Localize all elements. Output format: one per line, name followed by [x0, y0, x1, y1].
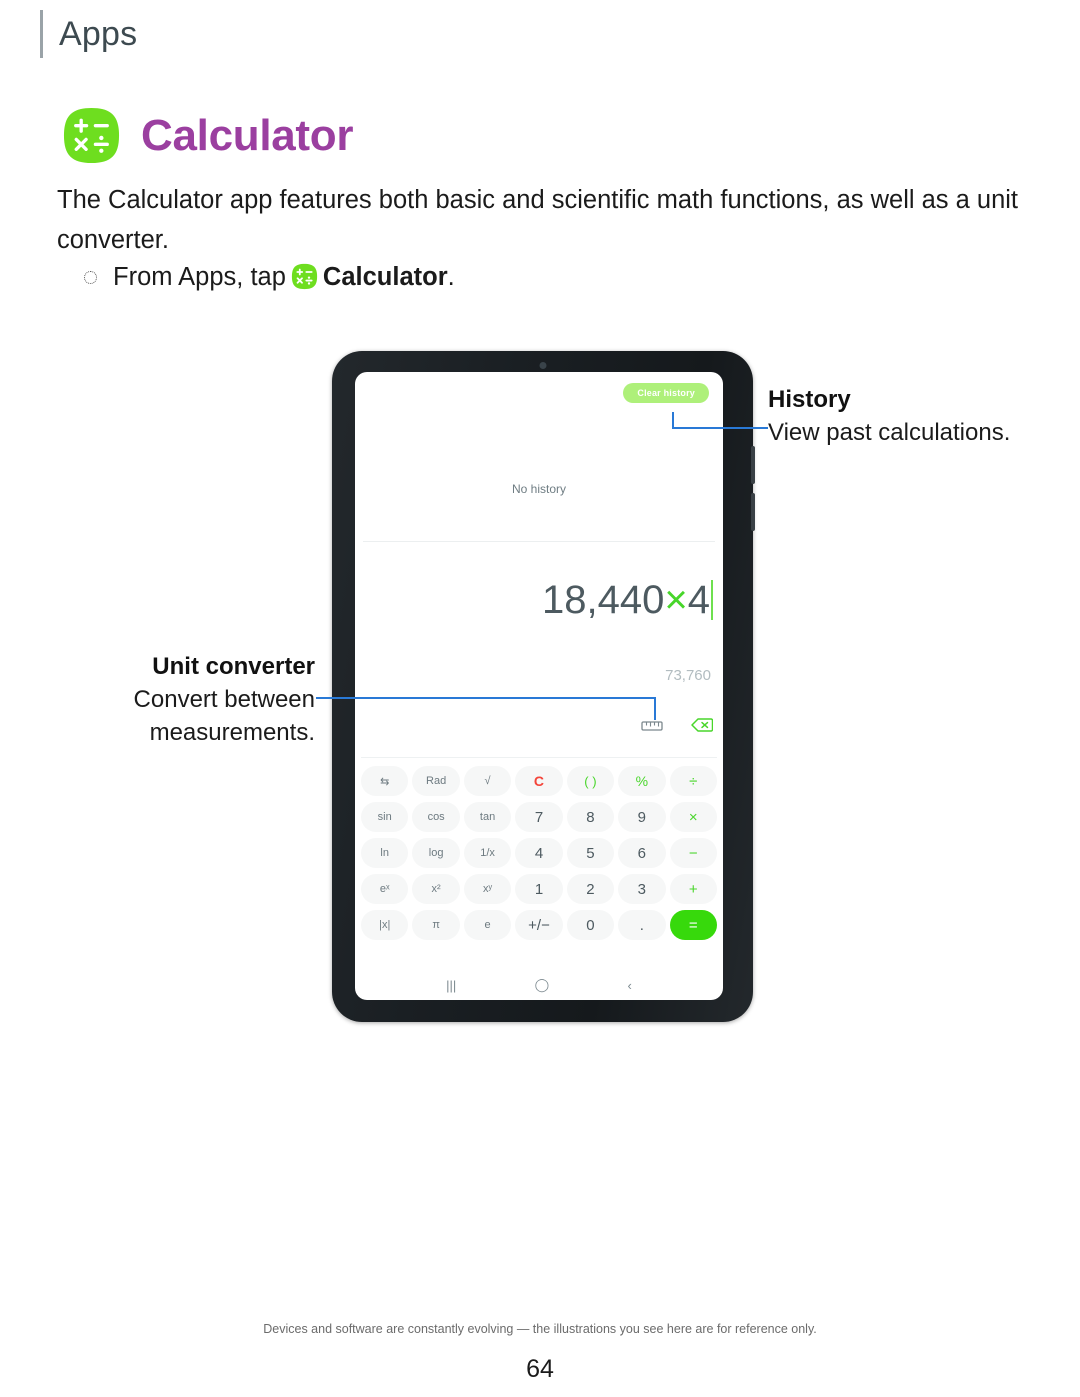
result-preview: 73,760: [665, 667, 711, 684]
bullet-app-name: Calculator: [322, 263, 448, 291]
key-sign[interactable]: +/−: [515, 910, 563, 940]
key-6[interactable]: 6: [618, 838, 666, 868]
bullet-prefix: From Apps, tap: [113, 263, 286, 291]
key-4[interactable]: 4: [515, 838, 563, 868]
key-square[interactable]: x²: [412, 874, 460, 904]
section-label: Apps: [59, 15, 138, 53]
page-title: Calculator: [141, 110, 354, 160]
callout-unit-description: Convert between measurements.: [133, 686, 315, 746]
callout-unit-title: Unit converter: [152, 653, 315, 680]
key-multiply[interactable]: ×: [669, 802, 717, 832]
callout-history-title: History: [768, 386, 851, 413]
key-percent[interactable]: %: [618, 766, 666, 796]
key-parentheses[interactable]: ( ): [566, 766, 615, 796]
page-header: Apps: [40, 10, 137, 58]
nav-home-icon[interactable]: ◯: [535, 977, 550, 993]
key-2[interactable]: 2: [566, 874, 615, 904]
key-sqrt[interactable]: √: [463, 766, 512, 796]
key-e[interactable]: e: [463, 910, 512, 940]
device-screen: Clear history No history 18,440×4 73,760: [355, 372, 723, 1000]
app-title-row: Calculator: [62, 106, 353, 165]
key-ln[interactable]: ln: [361, 838, 409, 868]
power-button[interactable]: [751, 493, 755, 531]
leader-line-history: [672, 412, 768, 429]
text-caret: [711, 580, 713, 620]
nav-back-icon[interactable]: ‹: [627, 978, 631, 993]
key-sin[interactable]: sin: [361, 802, 409, 832]
clear-history-button[interactable]: Clear history: [623, 383, 709, 403]
nav-recents-icon[interactable]: |||: [446, 978, 456, 993]
key-log[interactable]: log: [412, 838, 460, 868]
instruction-bullet: From Apps, tap Calculator.: [84, 263, 455, 292]
expression-operator: ×: [664, 578, 688, 622]
front-camera-icon: [539, 362, 546, 369]
key-rad[interactable]: Rad: [412, 766, 460, 796]
key-pi[interactable]: π: [412, 910, 460, 940]
callout-history-description: View past calculations.: [768, 419, 1011, 446]
android-navigation-bar: ||| ◯ ‹: [355, 970, 723, 1000]
key-7[interactable]: 7: [515, 802, 563, 832]
callout-history: History View past calculations.: [768, 383, 1010, 449]
no-history-text: No history: [511, 482, 567, 496]
header-rule: [40, 10, 43, 58]
expression-text: 18,440×4: [542, 578, 713, 623]
calculator-app-icon: [62, 106, 121, 165]
key-tan[interactable]: tan: [463, 802, 512, 832]
key-5[interactable]: 5: [566, 838, 615, 868]
key-decimal[interactable]: .: [618, 910, 666, 940]
volume-button[interactable]: [751, 446, 755, 484]
key-abs[interactable]: |x|: [361, 910, 409, 940]
leader-line-unit-converter: [316, 697, 656, 720]
tool-divider: [361, 757, 717, 758]
key-9[interactable]: 9: [618, 802, 666, 832]
expression-operand-2: 4: [687, 578, 710, 622]
key-power[interactable]: xʸ: [463, 874, 512, 904]
calculator-keypad: ⇆ Rad √ C( )% ÷ sin cos tan 7 8 9 × ln log 1/x 4 5 6− eˣ x²…: [355, 758, 723, 940]
expression-operand-1: 18,440: [542, 578, 665, 622]
key-3[interactable]: 3: [618, 874, 666, 904]
galaxy-tab-illustration: Clear history No history 18,440×4 73,760: [332, 351, 755, 1022]
key-swap[interactable]: ⇆: [361, 766, 409, 796]
key-clear[interactable]: C: [515, 766, 563, 796]
callout-unit-converter: Unit converter Convert between measureme…: [120, 650, 315, 749]
unit-converter-icon[interactable]: [641, 719, 663, 737]
calculator-inline-icon: [291, 263, 318, 290]
bullet-suffix: .: [447, 263, 455, 291]
key-plus[interactable]: +: [669, 874, 717, 904]
key-exp[interactable]: eˣ: [361, 874, 409, 904]
key-1[interactable]: 1: [515, 874, 563, 904]
key-equals[interactable]: =: [669, 910, 717, 940]
footer-note: Devices and software are constantly evol…: [263, 1322, 817, 1336]
key-8[interactable]: 8: [566, 802, 615, 832]
page-number: 64: [526, 1355, 554, 1383]
intro-paragraph: The Calculator app features both basic a…: [57, 186, 1019, 254]
backspace-icon[interactable]: [691, 718, 714, 737]
history-pane: Clear history No history: [355, 372, 723, 542]
key-divide[interactable]: ÷: [669, 766, 717, 796]
bullet-dot-icon: [84, 271, 97, 284]
key-0[interactable]: 0: [566, 910, 615, 940]
key-reciprocal[interactable]: 1/x: [463, 838, 512, 868]
calculator-display: 18,440×4 73,760: [355, 542, 723, 712]
key-cos[interactable]: cos: [412, 802, 460, 832]
key-minus[interactable]: −: [669, 838, 717, 868]
